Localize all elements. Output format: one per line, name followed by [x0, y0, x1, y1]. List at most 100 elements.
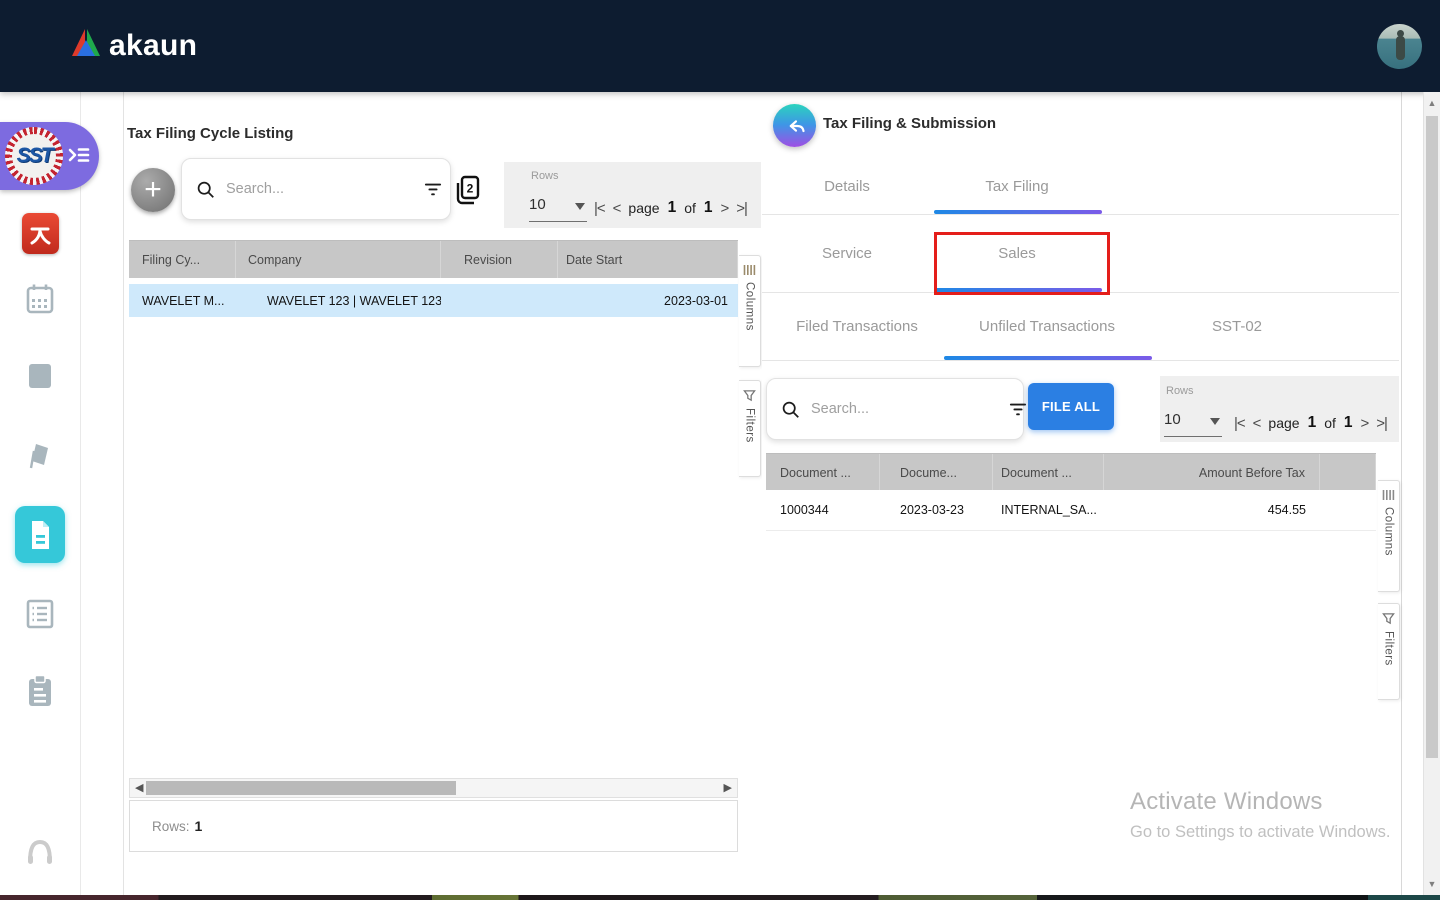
tab-sst-02[interactable]: SST-02: [1142, 292, 1332, 360]
filter-list-icon[interactable]: [424, 181, 442, 197]
right-panel-title: Tax Filing & Submission: [823, 115, 996, 132]
columns-icon: [1382, 489, 1395, 501]
user-avatar[interactable]: [1377, 24, 1422, 69]
unfiled-transaction-row[interactable]: 1000344 2023-03-23 INTERNAL_SA... 454.55: [766, 490, 1376, 531]
column-header[interactable]: Date Start: [558, 241, 738, 278]
filing-cycle-row-selected[interactable]: WAVELET M... WAVELET 123 | WAVELET 123 2…: [129, 284, 738, 317]
expand-menu-icon: [67, 143, 91, 172]
sidebar-item-clipboard[interactable]: [0, 674, 80, 708]
first-page-button[interactable]: |<: [594, 200, 605, 217]
rows-per-page-label: Rows: [531, 170, 559, 182]
left-horizontal-scrollbar: ◀ ▶: [129, 778, 738, 798]
last-page-button[interactable]: >|: [736, 200, 747, 217]
tab-unfiled-transactions[interactable]: Unfiled Transactions: [952, 292, 1142, 360]
add-filing-cycle-button[interactable]: +: [131, 168, 175, 212]
clipboard-icon: [26, 674, 54, 708]
rows-count-value: 1: [195, 818, 203, 834]
column-header[interactable]: Document ...: [766, 454, 880, 491]
column-header[interactable]: Company: [236, 241, 441, 278]
filters-side-tab[interactable]: Filters: [739, 380, 761, 477]
document-icon: [15, 506, 65, 563]
akaun-triangle-icon: [70, 27, 102, 64]
scroll-up-arrow[interactable]: ▲: [1424, 98, 1440, 108]
columns-side-tab[interactable]: Columns: [739, 255, 761, 367]
file-all-button[interactable]: FILE ALL: [1028, 383, 1114, 430]
sidebar-item-sst[interactable]: SST: [0, 122, 99, 190]
rows-per-page-label: Rows: [1166, 385, 1194, 397]
filter-list-icon[interactable]: [1009, 401, 1027, 417]
brand-name: akaun: [109, 29, 197, 63]
left-table-header: Filing Cy... Company Revision Date Start: [129, 240, 738, 278]
tab-service[interactable]: Service: [762, 214, 932, 292]
cell-document-date: 2023-03-23: [880, 503, 993, 517]
filter-funnel-icon: [1382, 612, 1395, 625]
rows-per-page-select[interactable]: 10: [529, 196, 587, 222]
primary-tab-row: Details Tax Filing: [762, 158, 1399, 215]
headset-icon: [25, 836, 55, 866]
right-table-header: Document ... Docume... Document ... Amou…: [766, 453, 1376, 491]
left-panel-title: Tax Filing Cycle Listing: [127, 125, 293, 142]
back-arrow-icon: [784, 115, 806, 137]
columns-icon: [743, 264, 756, 276]
sidebar-item-dai-app[interactable]: [0, 213, 80, 254]
prev-page-button[interactable]: <: [1253, 415, 1261, 432]
cell-document-type: INTERNAL_SA...: [993, 503, 1104, 517]
chevron-down-icon: [1210, 418, 1220, 425]
tab-filed-transactions[interactable]: Filed Transactions: [762, 292, 952, 360]
cell-document-number: 1000344: [766, 503, 880, 517]
app-root: { "header": { "brand": "akaun" }, "sideb…: [0, 0, 1440, 900]
tax-filing-cycle-panel: Tax Filing Cycle Listing + 2 Rows 10 |< …: [123, 92, 763, 895]
sidebar-item-flag[interactable]: [0, 441, 80, 471]
columns-side-tab[interactable]: Columns: [1378, 480, 1400, 592]
cell-company: WAVELET 123 | WAVELET 123: [236, 294, 441, 308]
right-search-input[interactable]: [809, 400, 1000, 418]
horizontal-scroll-thumb[interactable]: [146, 781, 456, 795]
sidebar-item-module[interactable]: [0, 363, 80, 389]
column-header[interactable]: Filing Cy...: [129, 241, 236, 278]
column-header[interactable]: Revision: [441, 241, 558, 278]
page-word: page: [628, 200, 659, 216]
next-page-button[interactable]: >: [721, 200, 729, 217]
sidebar-item-support[interactable]: [0, 836, 80, 866]
vertical-scroll-thumb[interactable]: [1426, 116, 1438, 758]
calendar-icon: [25, 283, 55, 315]
left-table-footer: Rows: 1: [129, 800, 738, 852]
scroll-left-arrow[interactable]: ◀: [135, 781, 143, 796]
search-icon: [781, 400, 800, 419]
sidebar-item-report-list[interactable]: [0, 598, 80, 630]
column-header[interactable]: Amount Before Tax: [1104, 454, 1320, 491]
sidebar-item-tax-filing-active[interactable]: [0, 506, 80, 563]
sales-tab-annotation-box: [934, 232, 1110, 295]
activate-windows-watermark: Activate Windows Go to Settings to activ…: [1130, 788, 1390, 842]
left-search-input[interactable]: [224, 180, 415, 198]
of-word: of: [1324, 415, 1336, 431]
chevron-down-icon: [575, 203, 585, 210]
sst-logo-icon: SST: [5, 127, 63, 185]
tax-filing-submission-panel: Tax Filing & Submission Details Tax Fili…: [762, 92, 1402, 895]
scroll-right-arrow[interactable]: ▶: [724, 781, 732, 796]
brand-logo: akaun: [70, 27, 197, 64]
prev-page-button[interactable]: <: [613, 200, 621, 217]
filter-funnel-icon: [743, 389, 756, 402]
back-button[interactable]: [773, 104, 816, 147]
rows-per-page-select[interactable]: 10: [1164, 411, 1222, 437]
tab-tax-filing[interactable]: Tax Filing: [932, 158, 1102, 214]
rows-count-label: Rows:: [152, 819, 190, 834]
cell-date-start: 2023-03-01: [558, 294, 738, 308]
column-header[interactable]: Docume...: [880, 454, 993, 491]
column-header-spacer: [1320, 454, 1376, 491]
duplicate-pages-icon[interactable]: 2: [453, 174, 483, 210]
cell-filing-cycle: WAVELET M...: [129, 294, 236, 308]
column-header[interactable]: Document ...: [993, 454, 1104, 491]
first-page-button[interactable]: |<: [1234, 415, 1245, 432]
current-page: 1: [668, 199, 677, 217]
last-page-button[interactable]: >|: [1376, 415, 1387, 432]
right-pagination: |< < page 1 of 1 > >|: [1234, 414, 1387, 432]
dai-character-icon: [22, 213, 59, 254]
flag-icon: [27, 441, 53, 471]
scroll-down-arrow[interactable]: ▼: [1424, 879, 1440, 889]
next-page-button[interactable]: >: [1361, 415, 1369, 432]
tab-details[interactable]: Details: [762, 158, 932, 214]
filters-side-tab[interactable]: Filters: [1378, 603, 1400, 700]
sidebar-item-calendar[interactable]: [0, 283, 80, 315]
